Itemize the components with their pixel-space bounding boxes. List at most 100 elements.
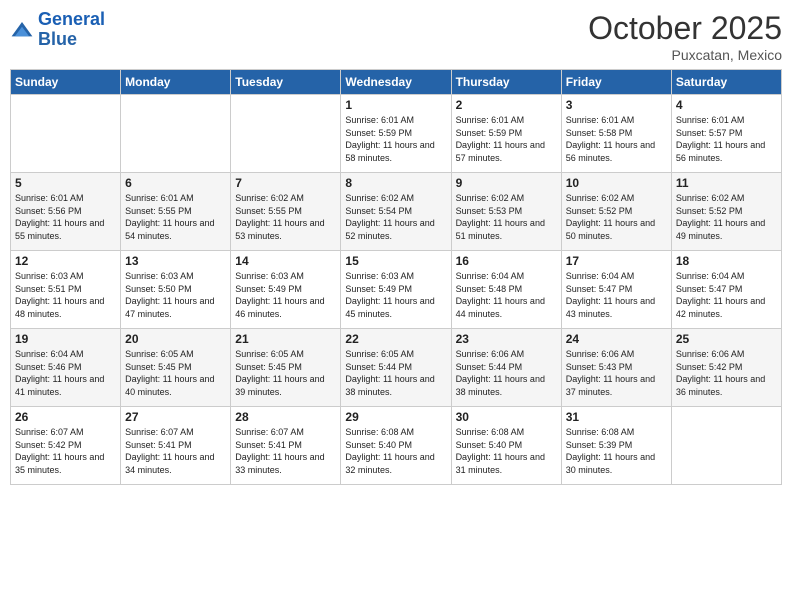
calendar-cell-w5-d1: 26 Sunrise: 6:07 AM Sunset: 5:42 PM Dayli… (11, 407, 121, 485)
day-number-29: 29 (345, 410, 446, 424)
day-info-16: Sunrise: 6:04 AM Sunset: 5:48 PM Dayligh… (456, 270, 557, 320)
day-number-19: 19 (15, 332, 116, 346)
day-number-10: 10 (566, 176, 667, 190)
logo: General Blue (10, 10, 105, 50)
day-info-25: Sunrise: 6:06 AM Sunset: 5:42 PM Dayligh… (676, 348, 777, 398)
calendar-cell-w3-d5: 16 Sunrise: 6:04 AM Sunset: 5:48 PM Dayli… (451, 251, 561, 329)
day-number-30: 30 (456, 410, 557, 424)
day-info-31: Sunrise: 6:08 AM Sunset: 5:39 PM Dayligh… (566, 426, 667, 476)
day-number-2: 2 (456, 98, 557, 112)
calendar-cell-w4-d1: 19 Sunrise: 6:04 AM Sunset: 5:46 PM Dayli… (11, 329, 121, 407)
week-row-3: 12 Sunrise: 6:03 AM Sunset: 5:51 PM Dayli… (11, 251, 782, 329)
day-number-12: 12 (15, 254, 116, 268)
day-number-26: 26 (15, 410, 116, 424)
calendar-cell-w4-d3: 21 Sunrise: 6:05 AM Sunset: 5:45 PM Dayli… (231, 329, 341, 407)
day-info-20: Sunrise: 6:05 AM Sunset: 5:45 PM Dayligh… (125, 348, 226, 398)
calendar-cell-w4-d7: 25 Sunrise: 6:06 AM Sunset: 5:42 PM Dayli… (671, 329, 781, 407)
title-block: October 2025 Puxcatan, Mexico (588, 10, 782, 63)
day-info-12: Sunrise: 6:03 AM Sunset: 5:51 PM Dayligh… (15, 270, 116, 320)
calendar-cell-w4-d5: 23 Sunrise: 6:06 AM Sunset: 5:44 PM Dayli… (451, 329, 561, 407)
day-number-25: 25 (676, 332, 777, 346)
calendar-cell-w1-d1 (11, 95, 121, 173)
calendar-cell-w3-d4: 15 Sunrise: 6:03 AM Sunset: 5:49 PM Dayli… (341, 251, 451, 329)
day-info-14: Sunrise: 6:03 AM Sunset: 5:49 PM Dayligh… (235, 270, 336, 320)
calendar-header-row: Sunday Monday Tuesday Wednesday Thursday… (11, 70, 782, 95)
day-number-1: 1 (345, 98, 446, 112)
calendar-cell-w5-d7 (671, 407, 781, 485)
col-monday: Monday (121, 70, 231, 95)
col-friday: Friday (561, 70, 671, 95)
calendar-cell-w5-d3: 28 Sunrise: 6:07 AM Sunset: 5:41 PM Dayli… (231, 407, 341, 485)
day-number-6: 6 (125, 176, 226, 190)
week-row-4: 19 Sunrise: 6:04 AM Sunset: 5:46 PM Dayli… (11, 329, 782, 407)
col-wednesday: Wednesday (341, 70, 451, 95)
calendar-cell-w2-d3: 7Sunrise: 6:02 AM Sunset: 5:55 PM Daylig… (231, 173, 341, 251)
week-row-1: 1 Sunrise: 6:01 AM Sunset: 5:59 PM Daylig… (11, 95, 782, 173)
day-number-22: 22 (345, 332, 446, 346)
calendar-cell-w1-d2 (121, 95, 231, 173)
day-number-9: 9 (456, 176, 557, 190)
calendar-cell-w4-d6: 24 Sunrise: 6:06 AM Sunset: 5:43 PM Dayli… (561, 329, 671, 407)
day-number-28: 28 (235, 410, 336, 424)
day-info-26: Sunrise: 6:07 AM Sunset: 5:42 PM Dayligh… (15, 426, 116, 476)
day-info-22: Sunrise: 6:05 AM Sunset: 5:44 PM Dayligh… (345, 348, 446, 398)
calendar-cell-w5-d5: 30 Sunrise: 6:08 AM Sunset: 5:40 PM Dayli… (451, 407, 561, 485)
day-info-28: Sunrise: 6:07 AM Sunset: 5:41 PM Dayligh… (235, 426, 336, 476)
day-info-30: Sunrise: 6:08 AM Sunset: 5:40 PM Dayligh… (456, 426, 557, 476)
day-info-8: Sunrise: 6:02 AM Sunset: 5:54 PM Dayligh… (345, 192, 446, 242)
calendar-cell-w2-d5: 9 Sunrise: 6:02 AM Sunset: 5:53 PM Daylig… (451, 173, 561, 251)
day-info-21: Sunrise: 6:05 AM Sunset: 5:45 PM Dayligh… (235, 348, 336, 398)
calendar-cell-w2-d4: 8Sunrise: 6:02 AM Sunset: 5:54 PM Daylig… (341, 173, 451, 251)
day-number-23: 23 (456, 332, 557, 346)
day-info-18: Sunrise: 6:04 AM Sunset: 5:47 PM Dayligh… (676, 270, 777, 320)
logo-line2: Blue (38, 29, 77, 49)
calendar-cell-w4-d4: 22 Sunrise: 6:05 AM Sunset: 5:44 PM Dayli… (341, 329, 451, 407)
day-number-5: 5 (15, 176, 116, 190)
day-number-4: 4 (676, 98, 777, 112)
logo-icon (10, 20, 34, 40)
day-number-24: 24 (566, 332, 667, 346)
day-info-7: Sunrise: 6:02 AM Sunset: 5:55 PM Dayligh… (235, 192, 336, 242)
calendar-cell-w1-d4: 1 Sunrise: 6:01 AM Sunset: 5:59 PM Daylig… (341, 95, 451, 173)
day-number-20: 20 (125, 332, 226, 346)
day-info-19: Sunrise: 6:04 AM Sunset: 5:46 PM Dayligh… (15, 348, 116, 398)
day-number-17: 17 (566, 254, 667, 268)
day-info-11: Sunrise: 6:02 AM Sunset: 5:52 PM Dayligh… (676, 192, 777, 242)
day-info-6: Sunrise: 6:01 AM Sunset: 5:55 PM Dayligh… (125, 192, 226, 242)
calendar-body: 1 Sunrise: 6:01 AM Sunset: 5:59 PM Daylig… (11, 95, 782, 485)
day-number-15: 15 (345, 254, 446, 268)
day-number-18: 18 (676, 254, 777, 268)
calendar-cell-w3-d3: 14 Sunrise: 6:03 AM Sunset: 5:49 PM Dayli… (231, 251, 341, 329)
calendar-cell-w1-d3 (231, 95, 341, 173)
calendar-cell-w1-d5: 2 Sunrise: 6:01 AM Sunset: 5:59 PM Daylig… (451, 95, 561, 173)
header: General Blue October 2025 Puxcatan, Mexi… (10, 10, 782, 63)
day-info-10: Sunrise: 6:02 AM Sunset: 5:52 PM Dayligh… (566, 192, 667, 242)
calendar-cell-w2-d2: 6 Sunrise: 6:01 AM Sunset: 5:55 PM Daylig… (121, 173, 231, 251)
calendar-cell-w3-d7: 18 Sunrise: 6:04 AM Sunset: 5:47 PM Dayli… (671, 251, 781, 329)
calendar-cell-w5-d4: 29Sunrise: 6:08 AM Sunset: 5:40 PM Dayli… (341, 407, 451, 485)
day-info-1: Sunrise: 6:01 AM Sunset: 5:59 PM Dayligh… (345, 114, 446, 164)
calendar-cell-w3-d1: 12 Sunrise: 6:03 AM Sunset: 5:51 PM Dayli… (11, 251, 121, 329)
day-info-9: Sunrise: 6:02 AM Sunset: 5:53 PM Dayligh… (456, 192, 557, 242)
day-number-31: 31 (566, 410, 667, 424)
day-number-3: 3 (566, 98, 667, 112)
day-number-21: 21 (235, 332, 336, 346)
day-number-11: 11 (676, 176, 777, 190)
day-number-16: 16 (456, 254, 557, 268)
col-sunday: Sunday (11, 70, 121, 95)
day-number-13: 13 (125, 254, 226, 268)
month-title: October 2025 (588, 10, 782, 47)
day-info-17: Sunrise: 6:04 AM Sunset: 5:47 PM Dayligh… (566, 270, 667, 320)
day-info-23: Sunrise: 6:06 AM Sunset: 5:44 PM Dayligh… (456, 348, 557, 398)
day-info-2: Sunrise: 6:01 AM Sunset: 5:59 PM Dayligh… (456, 114, 557, 164)
calendar-cell-w5-d6: 31 Sunrise: 6:08 AM Sunset: 5:39 PM Dayli… (561, 407, 671, 485)
col-thursday: Thursday (451, 70, 561, 95)
day-info-15: Sunrise: 6:03 AM Sunset: 5:49 PM Dayligh… (345, 270, 446, 320)
day-number-14: 14 (235, 254, 336, 268)
day-info-24: Sunrise: 6:06 AM Sunset: 5:43 PM Dayligh… (566, 348, 667, 398)
day-info-4: Sunrise: 6:01 AM Sunset: 5:57 PM Dayligh… (676, 114, 777, 164)
logo-line1: General (38, 9, 105, 29)
calendar-cell-w1-d6: 3Sunrise: 6:01 AM Sunset: 5:58 PM Daylig… (561, 95, 671, 173)
calendar-table: Sunday Monday Tuesday Wednesday Thursday… (10, 69, 782, 485)
calendar-cell-w1-d7: 4 Sunrise: 6:01 AM Sunset: 5:57 PM Daylig… (671, 95, 781, 173)
